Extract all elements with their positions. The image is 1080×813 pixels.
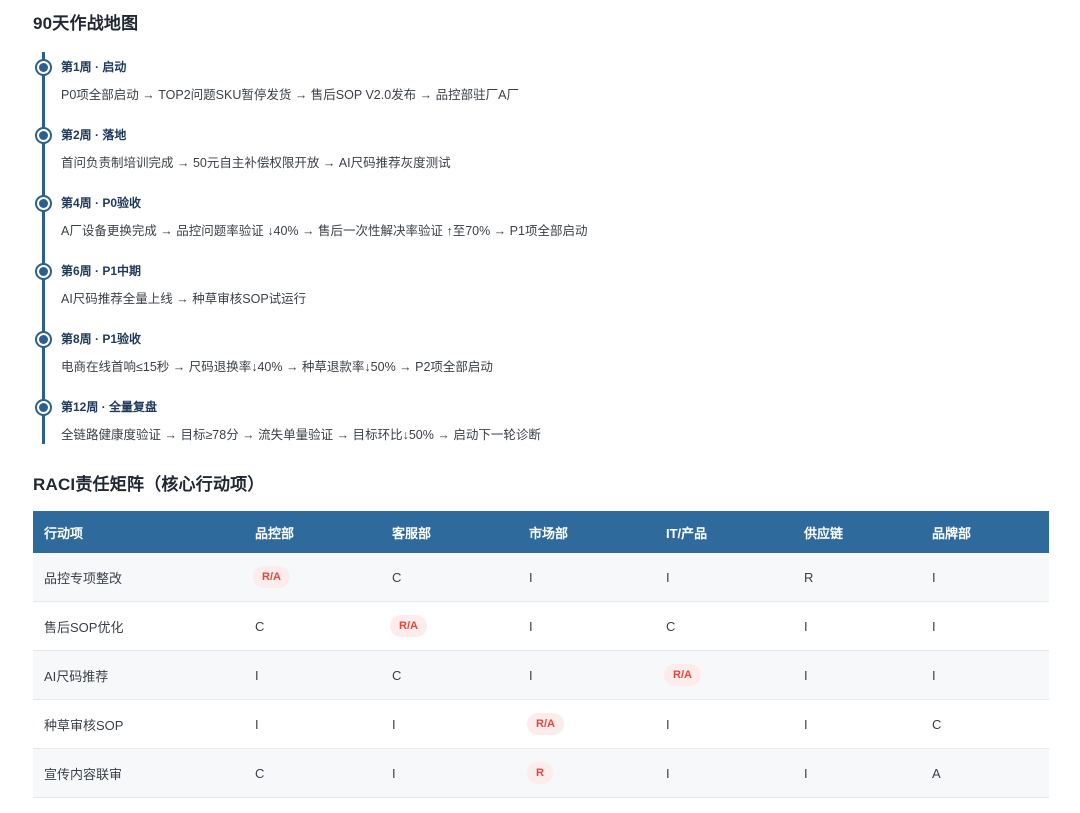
milestone-dot-icon — [35, 127, 52, 144]
raci-title: RACI责任矩阵（核心行动项） — [33, 475, 265, 494]
raci-cell: I — [793, 601, 921, 651]
milestone-heading: 第1周 · 启动 — [61, 60, 127, 74]
raci-cell: I — [381, 699, 518, 749]
raci-cell: C — [921, 699, 1049, 749]
milestone-heading: 第6周 · P1中期 — [61, 264, 142, 278]
milestone-dot-icon — [35, 263, 52, 280]
timeline-item: 第6周 · P1中期 AI尺码推荐全量上线 → 种草审核SOP试运行 — [33, 256, 1013, 316]
timeline-item: 第2周 · 落地 首问负责制培训完成 → 50元自主补偿权限开放 → AI尺码推… — [33, 120, 1013, 180]
raci-cell: I — [655, 553, 793, 602]
raci-cell: R/A — [518, 699, 655, 749]
table-row: AI尺码推荐 I C I R/A I I — [33, 650, 1049, 700]
action-item-cell: 品控专项整改 — [33, 553, 244, 602]
raci-cell: I — [518, 650, 655, 700]
milestone-description: A厂设备更换完成 → 品控问题率验证 ↓40% → 售后一次性解决率验证 ↑至7… — [61, 224, 588, 238]
raci-cell: I — [921, 650, 1049, 700]
milestone-heading: 第8周 · P1验收 — [61, 332, 142, 346]
raci-cell: R/A — [655, 650, 793, 700]
timeline-item: 第1周 · 启动 P0项全部启动 → TOP2问题SKU暂停发货 → 售后SOP… — [33, 52, 1013, 112]
raci-cell: C — [244, 601, 381, 651]
timeline-item: 第8周 · P1验收 电商在线首响≤15秒 → 尺码退换率↓40% → 种草退款… — [33, 324, 1013, 384]
roadmap-title: 90天作战地图 — [33, 14, 139, 33]
column-header: 行动项 — [33, 511, 244, 553]
action-item-cell: 宣传内容联审 — [33, 748, 244, 798]
raci-cell: I — [518, 553, 655, 602]
responsibility-badge: R — [527, 762, 553, 784]
column-header: 品牌部 — [921, 511, 1049, 553]
column-header: 供应链 — [793, 511, 921, 553]
raci-cell: R — [518, 748, 655, 798]
raci-cell: I — [655, 748, 793, 798]
milestone-description: 全链路健康度验证 → 目标≥78分 → 流失单量验证 → 目标环比↓50% → … — [61, 428, 541, 442]
milestone-dot-icon — [35, 59, 52, 76]
timeline-item: 第12周 · 全量复盘 全链路健康度验证 → 目标≥78分 → 流失单量验证 →… — [33, 392, 1013, 452]
raci-cell: I — [921, 553, 1049, 602]
raci-cell: R/A — [244, 553, 381, 602]
raci-cell: R/A — [381, 601, 518, 651]
milestone-heading: 第2周 · 落地 — [61, 128, 127, 142]
column-header: 客服部 — [381, 511, 518, 553]
action-item-cell: 种草审核SOP — [33, 699, 244, 749]
responsibility-badge: R/A — [253, 566, 290, 588]
milestone-heading: 第12周 · 全量复盘 — [61, 400, 158, 414]
table-header-row: 行动项 品控部 客服部 市场部 IT/产品 供应链 品牌部 — [33, 511, 1049, 553]
table-row: 种草审核SOP I I R/A I I C — [33, 699, 1049, 749]
table-row: 品控专项整改 R/A C I I R I — [33, 553, 1049, 602]
raci-cell: I — [244, 699, 381, 749]
milestone-description: AI尺码推荐全量上线 → 种草审核SOP试运行 — [61, 292, 307, 306]
raci-cell: R — [793, 553, 921, 602]
milestone-description: 电商在线首响≤15秒 → 尺码退换率↓40% → 种草退款率↓50% → P2项… — [61, 360, 493, 374]
table-row: 售后SOP优化 C R/A I C I I — [33, 601, 1049, 651]
raci-cell: C — [381, 553, 518, 602]
column-header: IT/产品 — [655, 511, 793, 553]
action-item-cell: 售后SOP优化 — [33, 601, 244, 651]
table-row: 宣传内容联审 C I R I I A — [33, 748, 1049, 798]
raci-cell: I — [921, 601, 1049, 651]
raci-matrix-table: 行动项 品控部 客服部 市场部 IT/产品 供应链 品牌部 品控专项整改 R/A… — [33, 511, 1049, 798]
raci-cell: I — [518, 601, 655, 651]
milestone-description: 首问负责制培训完成 → 50元自主补偿权限开放 → AI尺码推荐灰度测试 — [61, 156, 451, 170]
raci-cell: A — [921, 748, 1049, 798]
milestone-heading: 第4周 · P0验收 — [61, 196, 142, 210]
raci-cell: I — [381, 748, 518, 798]
responsibility-badge: R/A — [390, 615, 427, 637]
roadmap-timeline: 第1周 · 启动 P0项全部启动 → TOP2问题SKU暂停发货 → 售后SOP… — [33, 52, 1043, 448]
raci-cell: I — [244, 650, 381, 700]
column-header: 品控部 — [244, 511, 381, 553]
responsibility-badge: R/A — [664, 664, 701, 686]
action-item-cell: AI尺码推荐 — [33, 650, 244, 700]
milestone-dot-icon — [35, 331, 52, 348]
milestone-dot-icon — [35, 399, 52, 416]
responsibility-badge: R/A — [527, 713, 564, 735]
raci-cell: C — [381, 650, 518, 700]
raci-cell: C — [655, 601, 793, 651]
raci-cell: C — [244, 748, 381, 798]
raci-cell: I — [655, 699, 793, 749]
raci-cell: I — [793, 699, 921, 749]
timeline-item: 第4周 · P0验收 A厂设备更换完成 → 品控问题率验证 ↓40% → 售后一… — [33, 188, 1013, 248]
raci-cell: I — [793, 650, 921, 700]
raci-cell: I — [793, 748, 921, 798]
milestone-description: P0项全部启动 → TOP2问题SKU暂停发货 → 售后SOP V2.0发布 →… — [61, 88, 519, 102]
milestone-dot-icon — [35, 195, 52, 212]
column-header: 市场部 — [518, 511, 655, 553]
